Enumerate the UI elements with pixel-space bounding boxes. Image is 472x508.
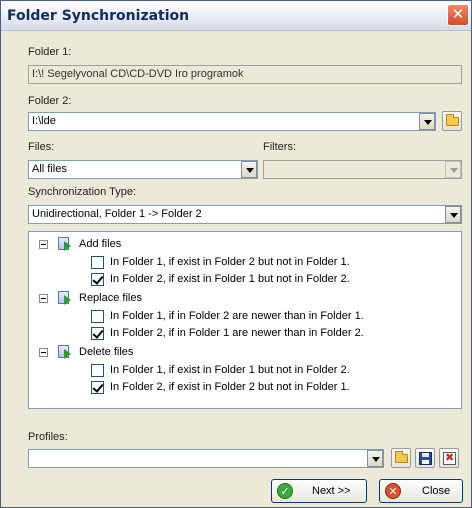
checkbox-delete-in-folder1[interactable] xyxy=(91,364,104,377)
checkbox-replace-in-folder1[interactable] xyxy=(91,310,104,323)
sync-type-label: Synchronization Type: xyxy=(28,186,137,198)
option-add-in-folder2[interactable]: In Folder 2, if exist in Folder 1 but no… xyxy=(110,271,350,287)
folder-sync-dialog: Folder Synchronization ✕ Folder 1: I:\! … xyxy=(0,0,472,508)
delete-profile-button[interactable] xyxy=(439,448,459,468)
browse-folder2-button[interactable] xyxy=(442,111,462,131)
option-replace-in-folder1[interactable]: In Folder 1, if in Folder 2 are newer th… xyxy=(110,308,364,324)
folder1-field: I:\! Segelyvonal CD\CD-DVD Iro programok xyxy=(28,65,462,84)
filters-dropdown-button xyxy=(445,161,461,178)
save-profile-button[interactable] xyxy=(415,448,435,468)
filters-select xyxy=(263,160,462,179)
profiles-dropdown-button[interactable] xyxy=(367,450,383,467)
folder2-label: Folder 2: xyxy=(28,95,72,107)
check-circle-icon: ✓ xyxy=(277,483,293,499)
files-label: Files: xyxy=(28,141,55,153)
option-delete-in-folder1[interactable]: In Folder 1, if exist in Folder 1 but no… xyxy=(110,362,350,378)
option-add-in-folder1[interactable]: In Folder 1, if exist in Folder 2 but no… xyxy=(110,254,350,270)
close-button[interactable]: ✕ Close xyxy=(379,479,463,503)
page-arrow-icon xyxy=(57,290,73,306)
files-select[interactable]: All files xyxy=(28,160,258,179)
filters-label: Filters: xyxy=(263,141,296,153)
add-files-collapse-toggle[interactable] xyxy=(39,240,48,249)
folder2-dropdown-button[interactable] xyxy=(419,113,435,130)
x-circle-icon: ✕ xyxy=(385,483,401,499)
page-arrow-icon xyxy=(57,344,73,360)
profiles-label: Profiles: xyxy=(28,431,68,443)
group-add-files[interactable]: Add files xyxy=(79,236,121,252)
replace-files-collapse-toggle[interactable] xyxy=(39,294,48,303)
floppy-disk-icon xyxy=(419,452,432,465)
checkbox-replace-in-folder2[interactable] xyxy=(91,327,104,340)
title-bar: Folder Synchronization ✕ xyxy=(1,1,471,31)
group-delete-files[interactable]: Delete files xyxy=(79,344,133,360)
checkbox-add-in-folder2[interactable] xyxy=(91,273,104,286)
group-replace-files[interactable]: Replace files xyxy=(79,290,142,306)
folder1-label: Folder 1: xyxy=(28,46,72,58)
next-button[interactable]: ✓ Next >> xyxy=(271,479,367,503)
next-button-label: Next >> xyxy=(312,485,351,497)
window-title: Folder Synchronization xyxy=(7,8,190,24)
delete-profile-icon xyxy=(443,451,456,465)
sync-options-tree[interactable]: Add files In Folder 1, if exist in Folde… xyxy=(28,231,462,409)
option-delete-in-folder2[interactable]: In Folder 2, if exist in Folder 2 but no… xyxy=(110,379,350,395)
files-dropdown-button[interactable] xyxy=(241,161,257,178)
page-arrow-icon xyxy=(57,236,73,252)
folder2-combobox[interactable]: I:\lde xyxy=(28,112,436,131)
open-profile-button[interactable] xyxy=(391,448,411,468)
sync-type-select[interactable]: Unidirectional, Folder 1 -> Folder 2 xyxy=(28,205,462,224)
checkbox-add-in-folder1[interactable] xyxy=(91,256,104,269)
option-replace-in-folder2[interactable]: In Folder 2, if in Folder 1 are newer th… xyxy=(110,325,364,341)
folder-open-icon xyxy=(395,451,408,463)
close-button-label: Close xyxy=(422,485,451,497)
folder-open-icon xyxy=(446,114,459,126)
profiles-combobox[interactable] xyxy=(28,449,384,468)
sync-type-dropdown-button[interactable] xyxy=(445,206,461,223)
close-window-button[interactable]: ✕ xyxy=(447,4,469,26)
checkbox-delete-in-folder2[interactable] xyxy=(91,381,104,394)
delete-files-collapse-toggle[interactable] xyxy=(39,348,48,357)
